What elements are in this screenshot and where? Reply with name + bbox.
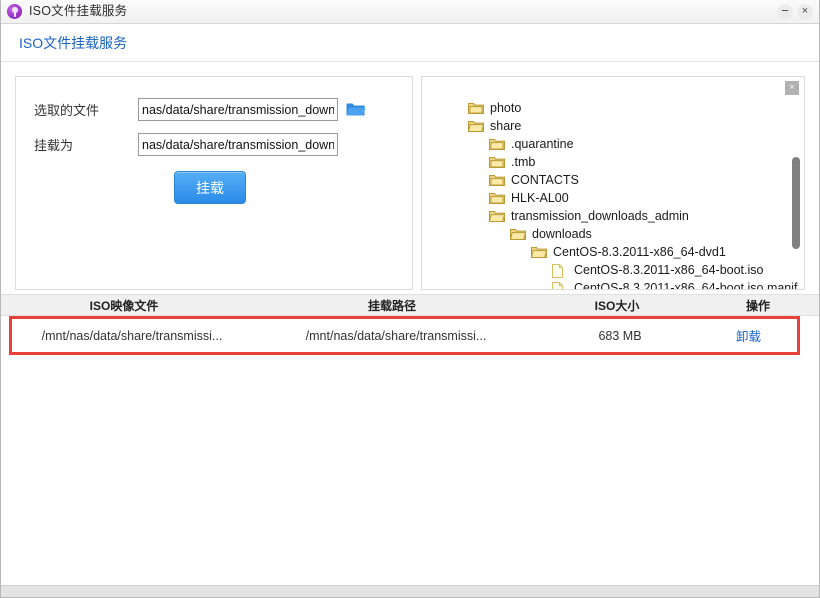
- file-icon: [552, 263, 568, 278]
- tree-item[interactable]: downloads: [422, 225, 804, 243]
- tree-item[interactable]: CentOS-8.3.2011-x86_64-boot.iso.manif: [422, 279, 804, 290]
- mount-as-row: 挂载为: [16, 133, 412, 156]
- column-header-iso-size: ISO大小: [594, 298, 640, 313]
- footer-strip: [1, 585, 819, 597]
- cell-iso-file: /mnt/nas/data/share/transmissi...: [41, 328, 223, 343]
- tree-item[interactable]: HLK-AL00: [422, 189, 804, 207]
- tree-item-label: .tmb: [511, 154, 536, 169]
- column-header-iso-file: ISO映像文件: [89, 298, 159, 313]
- mount-button[interactable]: 挂载: [174, 171, 246, 204]
- tree-item[interactable]: transmission_downloads_admin: [422, 207, 804, 225]
- panels-row: 选取的文件 挂载为 挂载: [1, 62, 819, 290]
- table-row[interactable]: /mnt/nas/data/share/transmissi... /mnt/n…: [12, 319, 797, 352]
- selected-file-row: 选取的文件: [16, 98, 412, 121]
- cell-action: 卸载: [700, 326, 797, 345]
- tree-item-label: photo: [490, 100, 522, 115]
- tree-scrollbar[interactable]: [792, 157, 800, 249]
- folder-open-icon[interactable]: [346, 101, 366, 118]
- highlighted-row-box: /mnt/nas/data/share/transmissi... /mnt/n…: [9, 316, 800, 355]
- tree-item-label: share: [490, 118, 522, 133]
- folder-icon: [489, 192, 505, 205]
- folder-icon: [530, 246, 548, 259]
- main-content: 选取的文件 挂载为 挂载: [1, 62, 819, 597]
- page-header: ISO文件挂载服务: [1, 24, 819, 62]
- cell-mount-path: /mnt/nas/data/share/transmissi...: [305, 328, 487, 343]
- tree-item-label: .quarantine: [511, 136, 574, 151]
- title-bar: ISO文件挂载服务 − ×: [1, 0, 819, 24]
- close-button[interactable]: ×: [797, 3, 813, 20]
- column-header-mount-path: 挂载路径: [367, 298, 416, 313]
- tree-item-label: CentOS-8.3.2011-x86_64-boot.iso.manif: [574, 280, 798, 290]
- tree-close-icon[interactable]: ×: [785, 81, 799, 95]
- tree-item[interactable]: CONTACTS: [422, 171, 804, 189]
- tree-item-label: downloads: [532, 226, 592, 241]
- tree-scrollbar-thumb[interactable]: [792, 157, 800, 249]
- unmount-link[interactable]: 卸载: [736, 330, 761, 344]
- mount-button-row: 挂载: [16, 171, 412, 204]
- file-tree-list: photo share .quarantine .tmb CONTACTS HLK-AL0…: [422, 77, 804, 290]
- folder-icon: [468, 102, 484, 115]
- tree-item-label: CONTACTS: [511, 172, 579, 187]
- tree-item-label: CentOS-8.3.2011-x86_64-dvd1: [553, 244, 726, 259]
- folder-icon: [489, 174, 505, 187]
- tree-item[interactable]: CentOS-8.3.2011-x86_64-dvd1: [422, 243, 804, 261]
- minimize-button[interactable]: −: [777, 3, 793, 20]
- folder-icon: [489, 156, 505, 169]
- mount-as-input[interactable]: [138, 133, 338, 156]
- selected-file-label: 选取的文件: [34, 103, 100, 118]
- tree-item[interactable]: .tmb: [422, 153, 804, 171]
- file-icon: [552, 281, 568, 289]
- column-header-action: 操作: [745, 298, 770, 313]
- folder-icon: [467, 120, 485, 133]
- page-title-link[interactable]: ISO文件挂载服务: [19, 33, 127, 53]
- mount-form-panel: 选取的文件 挂载为 挂载: [15, 76, 413, 290]
- mount-as-label: 挂载为: [34, 138, 74, 153]
- disc-icon: [7, 4, 22, 19]
- tree-item[interactable]: photo: [422, 99, 804, 117]
- window-title: ISO文件挂载服务: [29, 4, 128, 19]
- selected-file-input[interactable]: [138, 98, 338, 121]
- cell-iso-size: 683 MB: [598, 328, 642, 343]
- tree-item-label: HLK-AL00: [511, 190, 569, 205]
- folder-icon: [489, 138, 505, 151]
- folder-icon: [488, 210, 506, 223]
- file-tree-panel: × photo share .quarantine .tmb CONTACTS HLK-A…: [421, 76, 805, 290]
- mounted-iso-table: ISO映像文件 挂载路径 ISO大小 操作 /mnt/nas/data/shar…: [1, 294, 819, 355]
- tree-item-label: CentOS-8.3.2011-x86_64-boot.iso: [574, 262, 764, 277]
- tree-item[interactable]: .quarantine: [422, 135, 804, 153]
- iso-mount-window: ISO文件挂载服务 − × ISO文件挂载服务 选取的文件 nas/data/s…: [0, 0, 820, 598]
- table-header-row: ISO映像文件 挂载路径 ISO大小 操作: [1, 294, 819, 316]
- tree-item[interactable]: share: [422, 117, 804, 135]
- window-controls: − ×: [777, 0, 813, 23]
- folder-icon: [509, 228, 527, 241]
- tree-item[interactable]: CentOS-8.3.2011-x86_64-boot.iso: [422, 261, 804, 279]
- tree-item-label: transmission_downloads_admin: [511, 208, 689, 223]
